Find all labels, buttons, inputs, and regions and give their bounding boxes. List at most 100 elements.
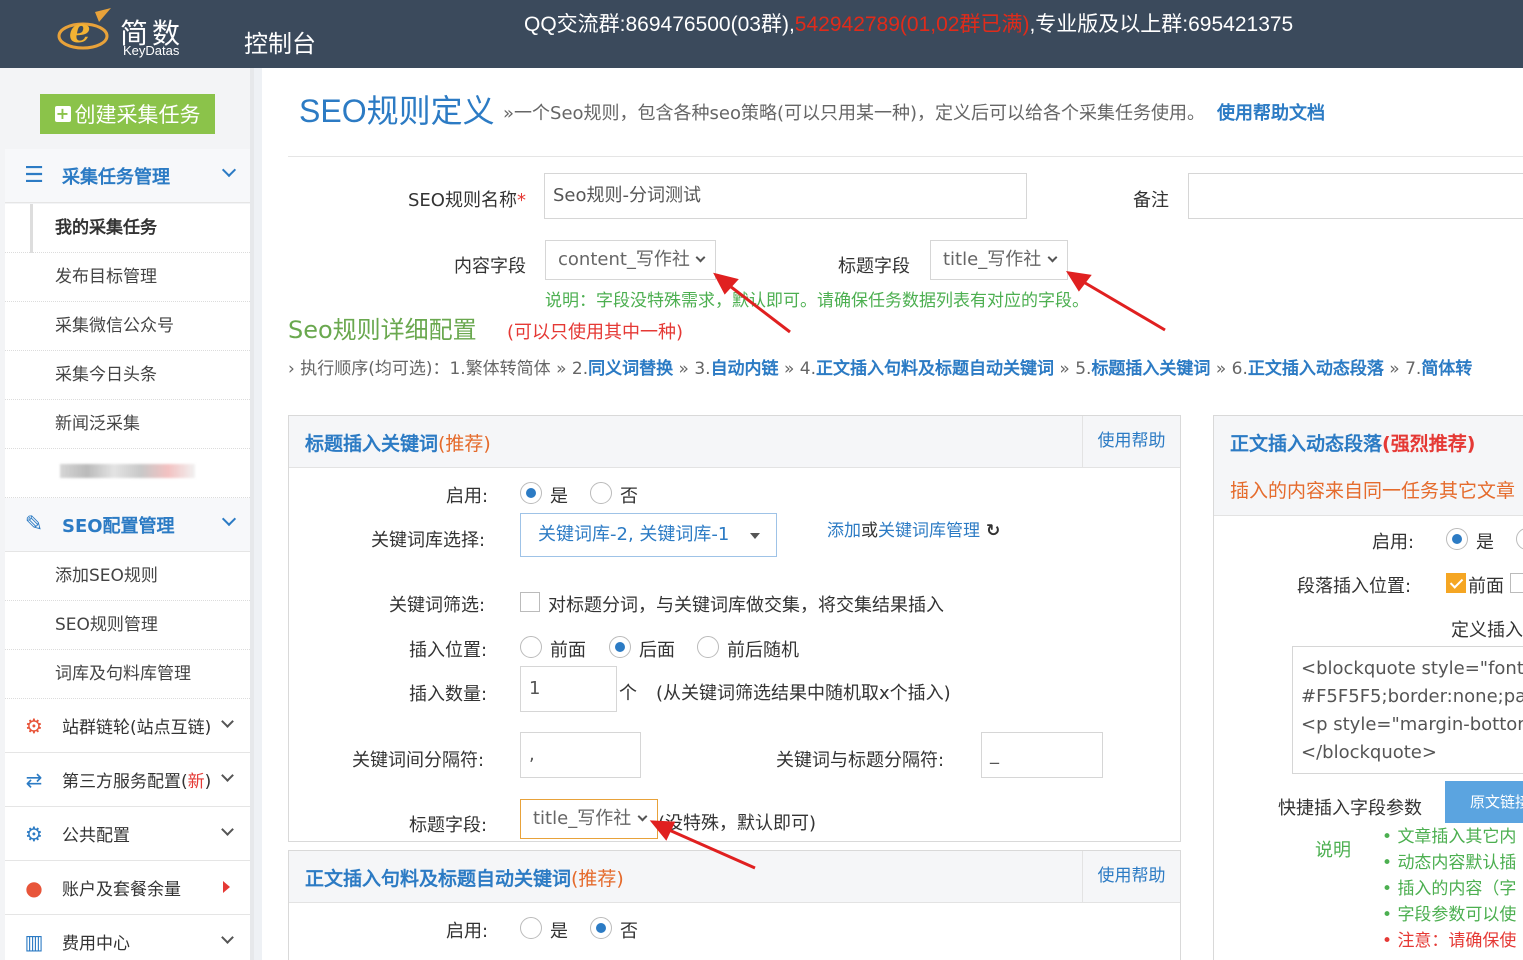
remark-input[interactable]: [1188, 173, 1523, 219]
create-task-label: 创建采集任务: [74, 103, 201, 127]
nav-label: 公共配置: [62, 826, 130, 846]
enable-no-radio[interactable]: [1516, 528, 1523, 550]
content-field-label: 内容字段: [454, 256, 526, 277]
enable-no-label: 否: [620, 921, 638, 942]
order-link-sentence[interactable]: 正文插入句料及标题自动关键词: [816, 359, 1054, 379]
order-link-autolink[interactable]: 自动内链: [711, 359, 779, 379]
order-link-simplified[interactable]: 简体转: [1421, 359, 1472, 379]
enable-no-label: 否: [620, 486, 638, 507]
define-insert-label: 定义插入: [1451, 620, 1523, 641]
nav-item-toutiao[interactable]: 采集今日头条: [5, 351, 250, 400]
execution-order: › 执行顺序(均可选)：1.繁体转简体 » 2.同义词替换 » 3.自动内链 »…: [288, 359, 1473, 379]
pos-front-label: 前面: [1468, 576, 1504, 597]
detail-config-note: (可以只使用其中一种): [507, 322, 684, 343]
list-item: 插入的内容（字: [1382, 876, 1516, 902]
keyword-lib-select[interactable]: 关键词库-2, 关键词库-1: [520, 513, 777, 557]
enable-yes-label: 是: [550, 921, 568, 942]
title-separator-label: 关键词与标题分隔符:: [776, 750, 945, 771]
list-item: 动态内容默认插: [1382, 850, 1516, 876]
create-task-button[interactable]: + 创建采集任务: [40, 94, 215, 134]
enable-label: 启用:: [1372, 532, 1415, 553]
qq-pro-group: ,专业版及以上群:695421375: [1029, 13, 1294, 36]
rule-name-input[interactable]: Seo规则-分词测试: [544, 173, 1027, 219]
pos-back-label: 后面: [639, 640, 675, 661]
help-doc-link[interactable]: 使用帮助文档: [1217, 103, 1325, 124]
chevron-down-icon: [221, 769, 234, 782]
panel-desc: 插入的内容来自同一任务其它文章: [1230, 480, 1516, 502]
chevron-down-icon: [695, 252, 706, 263]
panel-help-link[interactable]: 使用帮助: [1082, 416, 1180, 467]
separator-input[interactable]: ,: [520, 732, 641, 778]
explain-label: 说明: [1315, 840, 1351, 861]
nav-label: 站群链轮(站点互链): [62, 718, 212, 738]
blurred-item: [60, 464, 195, 478]
nav-label: 账户及套餐余量: [62, 880, 181, 900]
panel-body-sentence: 正文插入句料及标题自动关键词(推荐) 使用帮助 启用: 是 否: [288, 850, 1181, 960]
panel-title-keyword: 标题插入关键词(推荐) 使用帮助 启用: 是 否 关键词库选择: 关键词库-2,…: [288, 415, 1181, 842]
title-separator-input[interactable]: _: [981, 732, 1103, 778]
top-header: e 简数 KeyDatas 控制台 QQ交流群:869476500(03群),5…: [0, 0, 1523, 68]
count-input[interactable]: 1: [520, 666, 617, 712]
qq-full-groups: 542942789(01,02群已满): [794, 13, 1030, 36]
nav-public-config[interactable]: ⚙ 公共配置: [5, 807, 250, 861]
caret-right-icon: [223, 881, 230, 893]
nav-group-label: SEO配置管理: [62, 515, 175, 537]
console-link[interactable]: 控制台: [244, 24, 316, 59]
logo-subtitle: KeyDatas: [123, 43, 180, 58]
svg-text:e: e: [69, 11, 91, 51]
quick-insert-label: 快捷插入字段参数: [1278, 798, 1422, 819]
nav-site-links[interactable]: ⚙ 站群链轮(站点互链): [5, 699, 250, 753]
panel-header: 正文插入动态段落(强烈推荐) 插入的内容来自同一任务其它文章: [1214, 416, 1523, 516]
chevron-down-icon: [221, 931, 234, 944]
explain-list: 文章插入其它内 动态内容默认插 插入的内容（字 字段参数可以使 注意：请确保使: [1382, 824, 1516, 954]
enable-yes-radio[interactable]: [520, 482, 542, 504]
title-field-select[interactable]: title_写作社: [930, 240, 1068, 280]
count-unit: 个: [619, 683, 637, 704]
content-field-select[interactable]: content_写作社: [545, 240, 716, 280]
pos-random-radio[interactable]: [697, 636, 719, 658]
list-item: 文章插入其它内: [1382, 824, 1516, 850]
pos-front-label: 前面: [550, 640, 586, 661]
enable-yes-radio[interactable]: [1446, 528, 1468, 550]
pos-front-checkbox[interactable]: [1446, 573, 1466, 593]
enable-no-radio[interactable]: [590, 917, 612, 939]
order-link-synonym[interactable]: 同义词替换: [588, 359, 673, 379]
enable-yes-label: 是: [550, 486, 568, 507]
original-link-button[interactable]: 原文链接: [1445, 781, 1523, 823]
nav-account[interactable]: ● 账户及套餐余量: [5, 861, 250, 915]
pos-front-radio[interactable]: [520, 636, 542, 658]
pos-back-checkbox[interactable]: [1510, 573, 1523, 593]
insert-template-textarea[interactable]: <blockquote style="font #F5F5F5;border:no…: [1292, 646, 1523, 774]
page-title: SEO规则定义: [299, 93, 495, 129]
list-icon: ☰: [24, 163, 44, 188]
filter-label: 关键词筛选:: [389, 595, 486, 616]
nav-third-party[interactable]: ⇄ 第三方服务配置(新): [5, 753, 250, 807]
nav-item-lexicon[interactable]: 词库及句料库管理: [5, 650, 250, 699]
add-lib-link[interactable]: 添加: [827, 521, 861, 541]
refresh-icon[interactable]: ↻: [986, 521, 1000, 541]
nav-group-seo-config[interactable]: ✎ SEO配置管理: [5, 498, 250, 552]
nav-item-my-tasks[interactable]: 我的采集任务: [5, 204, 250, 253]
nav-billing[interactable]: ▥ 费用中心: [5, 915, 250, 960]
nav-label: 第三方服务配置(新): [62, 772, 212, 792]
panel-header: 标题插入关键词(推荐) 使用帮助: [289, 416, 1180, 468]
nav-group-task-management[interactable]: ☰ 采集任务管理: [5, 149, 250, 203]
order-link-title-kw[interactable]: 标题插入关键词: [1091, 359, 1210, 379]
nav-item-add-seo[interactable]: 添加SEO规则: [5, 552, 250, 601]
title-field-select[interactable]: title_写作社: [520, 799, 658, 839]
para-position-label: 段落插入位置:: [1297, 576, 1412, 597]
title-field-label: 标题字段:: [409, 815, 488, 836]
filter-checkbox[interactable]: [520, 592, 540, 612]
order-link-dynamic[interactable]: 正文插入动态段落: [1248, 359, 1384, 379]
enable-yes-radio[interactable]: [520, 917, 542, 939]
nav-item-news[interactable]: 新闻泛采集: [5, 400, 250, 449]
panel-help-link[interactable]: 使用帮助: [1082, 851, 1180, 902]
pos-back-radio[interactable]: [609, 636, 631, 658]
rule-name-label: SEO规则名称*: [408, 190, 526, 211]
nav-item-wechat[interactable]: 采集微信公众号: [5, 302, 250, 351]
nav-item-seo-manage[interactable]: SEO规则管理: [5, 601, 250, 650]
nav-item-publish-targets[interactable]: 发布目标管理: [5, 253, 250, 302]
enable-no-radio[interactable]: [590, 482, 612, 504]
bar-chart-icon: ▥: [24, 929, 44, 954]
lib-manage-link[interactable]: 关键词库管理: [878, 521, 980, 541]
